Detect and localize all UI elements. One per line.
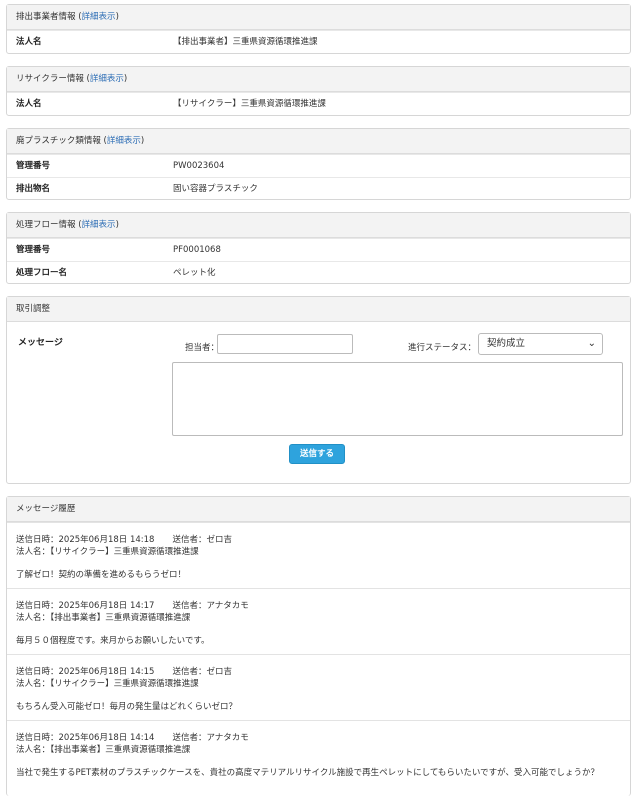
recycler-company-label: 法人名 xyxy=(16,99,42,109)
send-button[interactable]: 送信する xyxy=(289,444,345,464)
trade-panel-header: 取引調整 xyxy=(7,297,630,322)
history-sender: 送信者：ゼロ吉 xyxy=(172,667,232,677)
message-label: メッセージ xyxy=(18,338,63,348)
flow-id-label: 管理番号 xyxy=(16,245,51,255)
history-panel-title: メッセージ履歴 xyxy=(16,504,76,514)
history-body: 了解ゼロ！契約の準備を進めるもらうゼロ！ xyxy=(16,570,187,580)
history-sent-time: 送信日時：2025年06月18日 14:18 xyxy=(16,535,155,545)
plastic-row-id: 管理番号 PW0023604 xyxy=(7,154,630,177)
plastic-detail-link[interactable]: 詳細表示 xyxy=(107,136,141,146)
recycler-panel-header: リサイクラー情報 (詳細表示) xyxy=(7,67,630,92)
plastic-id-value: PW0023604 xyxy=(173,161,225,171)
plastic-panel-header: 廃プラスチック類情報 (詳細表示) xyxy=(7,129,630,154)
history-item: 送信日時：2025年06月18日 14:15 送信者：ゼロ吉 法人名：【リサイクラ… xyxy=(7,654,630,720)
history-company: 法人名：【排出事業者】三重県資源循環推進課 xyxy=(16,745,191,755)
chevron-down-icon: ⌄ xyxy=(587,338,596,349)
recycler-row-company: 法人名 【リサイクラー】三重県資源循環推進課 xyxy=(7,92,630,115)
emitter-panel-title: 排出事業者情報 xyxy=(16,12,76,22)
progress-status-label: 進行ステータス： xyxy=(408,343,477,353)
emitter-row-company: 法人名 【排出事業者】三重県資源循環推進課 xyxy=(7,30,630,53)
flow-name-value: ペレット化 xyxy=(173,268,216,278)
message-textarea[interactable] xyxy=(172,362,623,436)
history-body: もちろん受入可能ゼロ！毎月の発生量はどれくらいゼロ？ xyxy=(16,702,238,712)
emitter-company-label: 法人名 xyxy=(16,37,42,47)
emitter-panel-header: 排出事業者情報 (詳細表示) xyxy=(7,5,630,30)
history-sender: 送信者：アナタカモ xyxy=(172,601,249,611)
recycler-panel-title: リサイクラー情報 xyxy=(16,74,84,84)
recycler-panel: リサイクラー情報 (詳細表示) 法人名 【リサイクラー】三重県資源循環推進課 xyxy=(6,66,631,116)
flow-row-id: 管理番号 PF0001068 xyxy=(7,238,630,261)
flow-row-name: 処理フロー名 ペレット化 xyxy=(7,261,630,284)
person-in-charge-input[interactable] xyxy=(217,334,353,354)
person-in-charge-label: 担当者： xyxy=(185,343,220,353)
history-company: 法人名：【排出事業者】三重県資源循環推進課 xyxy=(16,613,191,623)
history-company: 法人名：【リサイクラー】三重県資源循環推進課 xyxy=(16,547,199,557)
emitter-company-value: 【排出事業者】三重県資源循環推進課 xyxy=(173,37,318,47)
history-body: 当社で発生するPET素材のプラスチックケースを、貴社の高度マテリアルリサイクル施… xyxy=(16,768,599,778)
history-item: 送信日時：2025年06月18日 14:17 送信者：アナタカモ 法人名：【排出事… xyxy=(7,588,630,654)
plastic-name-label: 排出物名 xyxy=(16,184,51,194)
plastic-row-name: 排出物名 固い容器プラスチック xyxy=(7,177,630,200)
plastic-name-value: 固い容器プラスチック xyxy=(173,184,258,194)
history-item: 送信日時：2025年06月18日 14:18 送信者：ゼロ吉 法人名：【リサイクラ… xyxy=(7,522,630,588)
recycler-detail-link[interactable]: 詳細表示 xyxy=(90,74,124,84)
trade-panel: 取引調整 メッセージ 担当者： 進行ステータス： 契約成立 ⌄ 送信する xyxy=(6,296,631,484)
history-sender: 送信者：アナタカモ xyxy=(172,733,249,743)
history-company: 法人名：【リサイクラー】三重県資源循環推進課 xyxy=(16,679,199,689)
emitter-panel: 排出事業者情報 (詳細表示) 法人名 【排出事業者】三重県資源循環推進課 xyxy=(6,4,631,54)
history-sent-time: 送信日時：2025年06月18日 14:17 xyxy=(16,601,155,611)
flow-detail-link[interactable]: 詳細表示 xyxy=(82,220,116,230)
plastic-id-label: 管理番号 xyxy=(16,161,51,171)
flow-id-value: PF0001068 xyxy=(173,245,221,255)
flow-panel-title: 処理フロー情報 xyxy=(16,220,76,230)
history-panel-header: メッセージ履歴 xyxy=(7,497,630,522)
emitter-detail-link[interactable]: 詳細表示 xyxy=(82,12,116,22)
progress-status-select[interactable]: 契約成立 ⌄ xyxy=(478,333,603,355)
history-body: 毎月５０個程度です。来月からお願いしたいです。 xyxy=(16,636,210,646)
flow-name-label: 処理フロー名 xyxy=(16,268,68,278)
history-sender: 送信者：ゼロ吉 xyxy=(172,535,232,545)
history-panel: メッセージ履歴 送信日時：2025年06月18日 14:18 送信者：ゼロ吉 法人… xyxy=(6,496,631,796)
history-item: 送信日時：2025年06月18日 14:14 送信者：アナタカモ 法人名：【排出事… xyxy=(7,720,630,786)
progress-status-value: 契約成立 xyxy=(487,338,526,349)
flow-panel: 処理フロー情報 (詳細表示) 管理番号 PF0001068 処理フロー名 ペレッ… xyxy=(6,212,631,284)
history-sent-time: 送信日時：2025年06月18日 14:15 xyxy=(16,667,155,677)
plastic-panel-title: 廃プラスチック類情報 xyxy=(16,136,101,146)
recycler-company-value: 【リサイクラー】三重県資源循環推進課 xyxy=(173,99,326,109)
plastic-panel: 廃プラスチック類情報 (詳細表示) 管理番号 PW0023604 排出物名 固い… xyxy=(6,128,631,200)
flow-panel-header: 処理フロー情報 (詳細表示) xyxy=(7,213,630,238)
trade-panel-title: 取引調整 xyxy=(16,304,51,314)
history-sent-time: 送信日時：2025年06月18日 14:14 xyxy=(16,733,155,743)
